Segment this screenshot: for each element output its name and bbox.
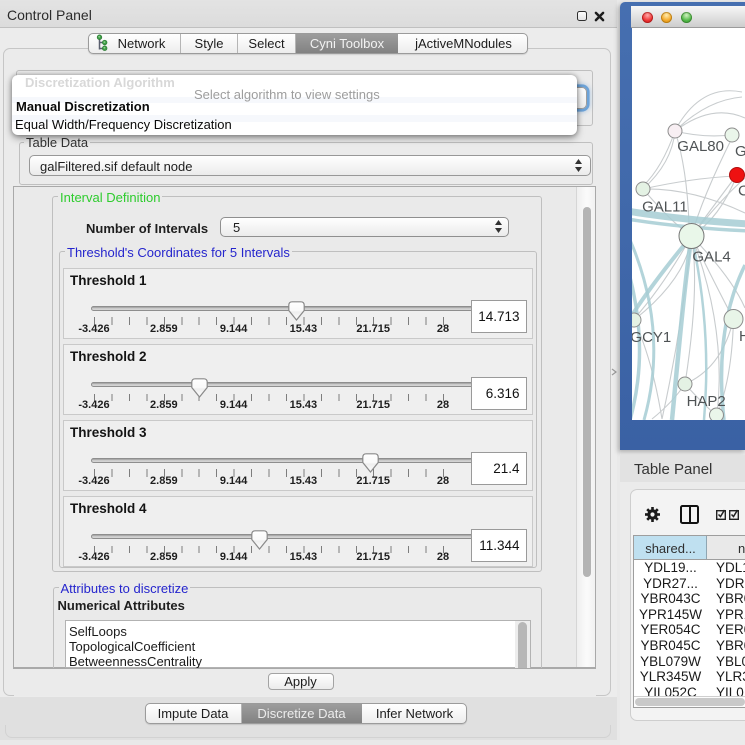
svg-text:HAP2: HAP2: [687, 393, 726, 410]
svg-text:C: C: [738, 183, 745, 200]
svg-text:GCY1: GCY1: [632, 329, 671, 346]
svg-text:GA: GA: [735, 143, 745, 160]
svg-text:H: H: [739, 328, 745, 345]
svg-text:GAL11: GAL11: [642, 199, 688, 216]
svg-text:GAL80: GAL80: [677, 138, 724, 155]
svg-text:GAL4: GAL4: [692, 249, 730, 266]
